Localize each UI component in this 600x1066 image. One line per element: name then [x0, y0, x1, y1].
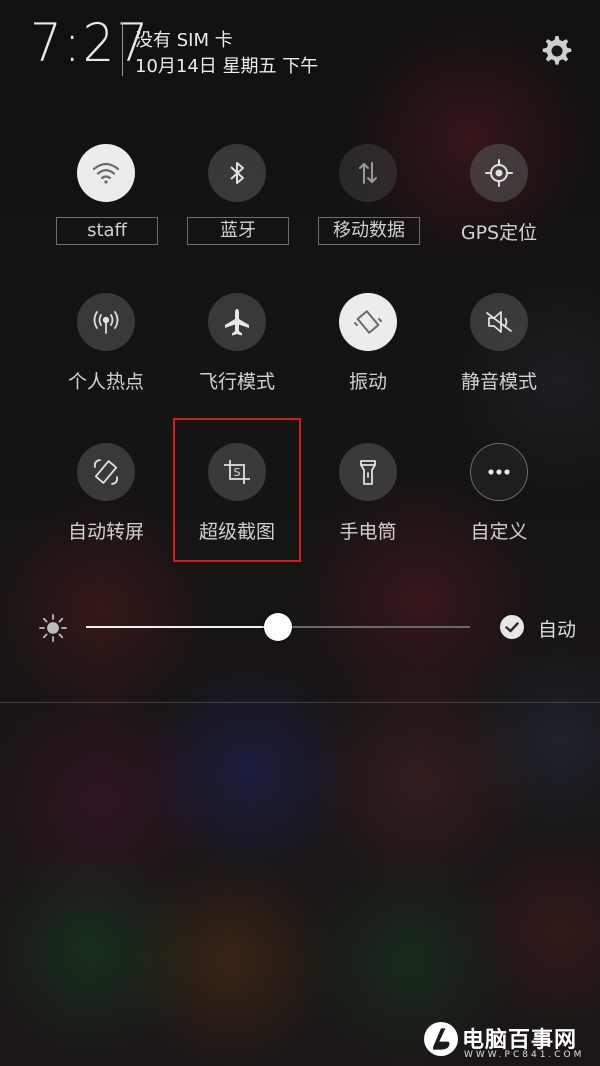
bluetooth-icon [208, 144, 266, 202]
toggle-label: 移动数据 [318, 217, 420, 245]
gps-icon [470, 144, 528, 202]
toggle-label: 自动转屏 [67, 521, 144, 543]
vibrate-icon [339, 293, 397, 351]
toggle-customize[interactable]: 自定义 [439, 443, 559, 563]
watermark-logo [424, 1022, 458, 1056]
watermark-url: WWW.PC841.COM [464, 1050, 585, 1060]
panel-divider [0, 702, 600, 703]
mobile-data-icon [339, 144, 397, 202]
auto-brightness-checkbox[interactable] [500, 615, 524, 639]
divider [122, 22, 123, 76]
gear-icon[interactable] [537, 31, 577, 71]
clock[interactable]: 7:27 [30, 13, 150, 74]
toggle-label: 手电筒 [339, 521, 397, 543]
toggle-label: 飞行模式 [198, 371, 275, 393]
sim-status: 没有 SIM 卡 [135, 30, 233, 51]
toggle-label: 蓝牙 [187, 217, 289, 245]
date[interactable]: 10月14日 星期五 下午 [135, 52, 318, 78]
toggle-mute[interactable]: 静音模式 [439, 293, 559, 413]
toggle-label: 自定义 [470, 521, 528, 543]
highlight-box [173, 418, 301, 562]
toggle-bluetooth[interactable]: 蓝牙 [177, 144, 297, 264]
toggle-hotspot[interactable]: 个人热点 [46, 293, 166, 413]
airplane-icon [208, 293, 266, 351]
mute-icon [470, 293, 528, 351]
toggle-vibrate[interactable]: 振动 [308, 293, 428, 413]
toggle-label: 振动 [348, 371, 387, 393]
hotspot-icon [77, 293, 135, 351]
auto-rotate-icon [77, 443, 135, 501]
brightness-slider[interactable] [86, 613, 470, 641]
toggle-label: staff [56, 217, 158, 245]
toggle-label: 静音模式 [460, 371, 537, 393]
toggle-label: GPS定位 [460, 222, 538, 244]
toggle-mobile-data[interactable]: 移动数据 [308, 144, 428, 264]
toggle-wifi[interactable]: staff [46, 144, 166, 264]
more-icon [470, 443, 528, 501]
brightness-control: 自动 [0, 600, 600, 656]
brightness-icon [39, 614, 67, 642]
watermark: 电脑百事网 WWW.PC841.COM [420, 1016, 600, 1066]
toggle-auto-rotate[interactable]: 自动转屏 [46, 443, 166, 563]
status-header: 7:27 没有 SIM 卡 10月14日 星期五 下午 [0, 0, 600, 90]
toggle-label: 个人热点 [67, 371, 144, 393]
toggle-airplane[interactable]: 飞行模式 [177, 293, 297, 413]
wifi-icon [77, 144, 135, 202]
toggle-flashlight[interactable]: 手电筒 [308, 443, 428, 563]
brightness-thumb[interactable] [264, 613, 292, 641]
auto-brightness-label[interactable]: 自动 [538, 615, 576, 642]
brightness-fill [86, 626, 278, 628]
flashlight-icon [339, 443, 397, 501]
toggle-gps[interactable]: GPS定位 [439, 144, 559, 264]
